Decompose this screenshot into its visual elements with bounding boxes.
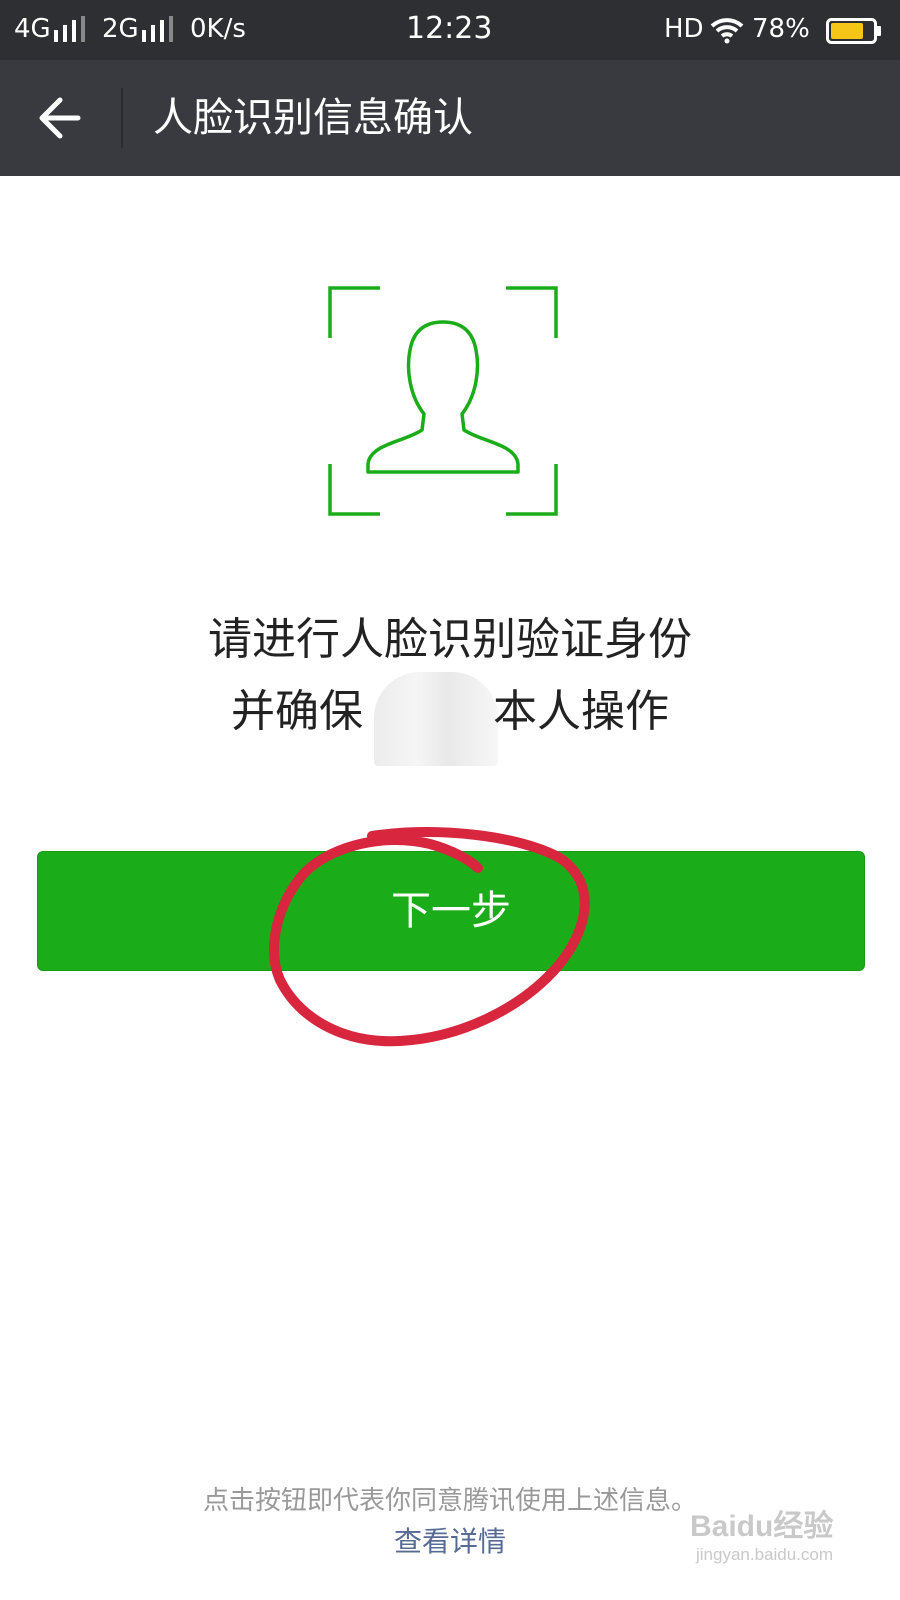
title-bar: 人脸识别信息确认 <box>0 60 900 176</box>
page-title: 人脸识别信息确认 <box>153 95 473 141</box>
signal-strength-icon <box>54 16 85 42</box>
wifi-icon <box>710 18 744 44</box>
instruction-line-1: 请进行人脸识别验证身份 <box>208 614 692 665</box>
next-step-button[interactable]: 下一步 <box>37 851 865 971</box>
network-type-4g: 4G <box>14 14 51 44</box>
arrow-left-icon[interactable] <box>20 80 100 156</box>
back-button[interactable] <box>20 80 100 156</box>
hd-indicator: HD <box>664 14 704 44</box>
battery-icon <box>826 18 881 44</box>
instruction-line-2: 并确保 本人操作 <box>0 684 900 740</box>
watermark-brand: Baidu经验 <box>690 1510 834 1543</box>
instruction-line-2-suffix: 本人操作 <box>493 686 669 737</box>
signal-strength-icon <box>142 16 173 42</box>
clock: 12:23 <box>406 11 493 46</box>
watermark-url: jingyan.baidu.com <box>696 1545 834 1564</box>
baidu-watermark: Baidu经验 jingyan.baidu.com <box>690 1510 833 1566</box>
face-recognition-icon <box>328 286 558 516</box>
network-type-2g: 2G <box>102 14 139 44</box>
title-divider <box>121 88 123 148</box>
red-circle-annotation <box>269 827 590 1047</box>
instruction-line-2-prefix: 并确保 <box>231 686 363 737</box>
status-bar: 4G 2G 0K/s 12:23 HD 78% <box>0 0 900 60</box>
network-speed: 0K/s <box>190 14 246 44</box>
battery-percent: 78% <box>752 14 810 44</box>
